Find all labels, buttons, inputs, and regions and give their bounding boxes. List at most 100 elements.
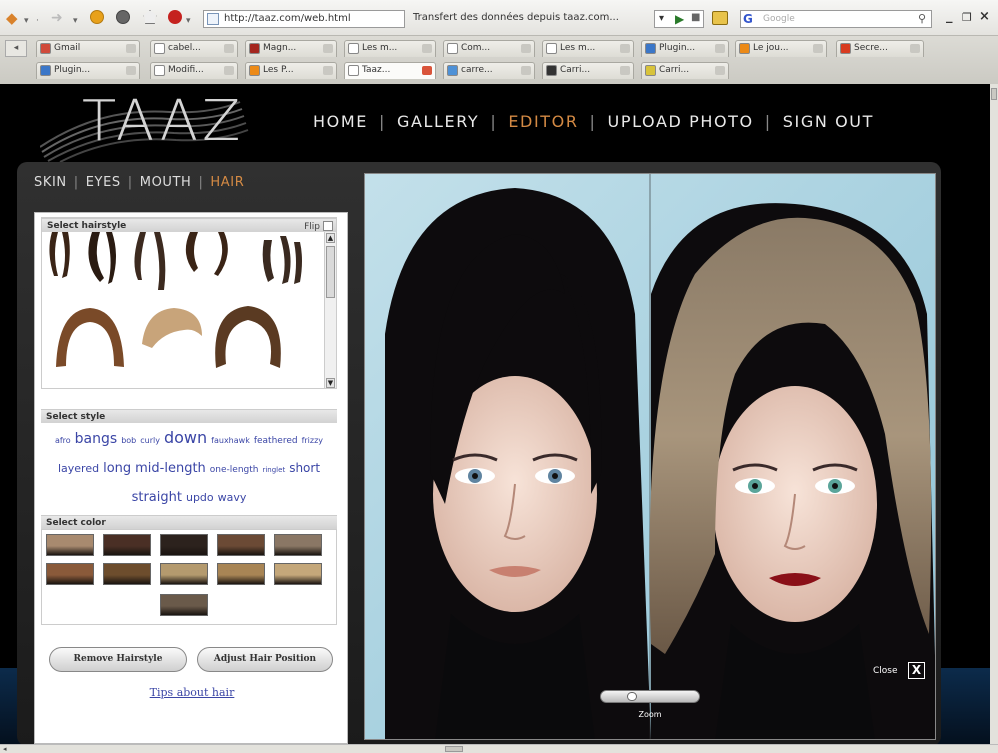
hairstyle-thumb-2[interactable]: [88, 232, 116, 284]
tab-close-icon[interactable]: [224, 44, 234, 53]
style-tag[interactable]: fauxhawk: [211, 428, 250, 453]
style-tag[interactable]: mid-length: [135, 456, 206, 481]
adjust-hair-position-button[interactable]: Adjust Hair Position: [197, 647, 333, 672]
hairstyle-thumb-1[interactable]: [49, 232, 70, 278]
browser-tab[interactable]: Les m...: [542, 40, 634, 57]
toolbar-extension-icon[interactable]: [712, 11, 728, 25]
hair-color-swatch[interactable]: [274, 534, 322, 556]
browser-tab[interactable]: Modifi...: [150, 62, 238, 79]
restore-icon[interactable]: ❐: [962, 11, 972, 24]
taaz-logo[interactable]: TAAZ: [82, 90, 244, 154]
style-tag[interactable]: frizzy: [302, 428, 323, 453]
page-vertical-scrollbar[interactable]: [990, 84, 998, 744]
block-icon[interactable]: [168, 10, 182, 24]
style-tag[interactable]: wavy: [218, 485, 247, 510]
address-bar[interactable]: http://taaz.com/web.html: [203, 10, 405, 28]
browser-tab[interactable]: Gmail: [36, 40, 140, 57]
tab-scroll-left-icon[interactable]: ◂: [5, 40, 27, 57]
back-dropdown-icon[interactable]: ▾: [24, 13, 29, 29]
rss-icon[interactable]: ■: [691, 12, 700, 23]
tab-close-icon[interactable]: [422, 44, 432, 53]
style-tag[interactable]: one-length: [210, 458, 259, 483]
nav-home[interactable]: HOME: [313, 112, 368, 131]
style-tag[interactable]: straight: [132, 485, 182, 510]
browser-tab[interactable]: Carri...: [542, 62, 634, 79]
browser-tab[interactable]: Secre...: [836, 40, 924, 57]
style-tag[interactable]: bob: [121, 428, 136, 453]
hair-color-swatch[interactable]: [217, 534, 265, 556]
browser-tab[interactable]: Le jou...: [735, 40, 827, 57]
tab-close-icon[interactable]: [910, 44, 920, 53]
style-tag[interactable]: bangs: [75, 427, 118, 452]
style-tag[interactable]: layered: [58, 456, 99, 481]
hair-color-swatch[interactable]: [274, 563, 322, 585]
hair-color-swatch[interactable]: [160, 594, 208, 616]
style-tag[interactable]: updo: [186, 485, 214, 510]
flip-checkbox[interactable]: [323, 221, 333, 231]
tab-mouth[interactable]: MOUTH: [140, 175, 192, 190]
tab-close-icon[interactable]: [813, 44, 823, 53]
hair-color-swatch[interactable]: [103, 534, 151, 556]
tab-skin[interactable]: SKIN: [34, 175, 67, 190]
tips-about-hair-link[interactable]: Tips about hair: [35, 686, 349, 699]
hairstyle-thumb-6[interactable]: [56, 308, 124, 367]
scroll-up-icon[interactable]: ▲: [326, 233, 335, 243]
hair-color-swatch[interactable]: [160, 563, 208, 585]
browser-tab[interactable]: Carri...: [641, 62, 729, 79]
browser-tab[interactable]: carre...: [443, 62, 535, 79]
address-actions[interactable]: ▾ ▶ ■: [654, 10, 704, 28]
tab-close-icon[interactable]: [620, 66, 630, 75]
photo-preview[interactable]: Close X Zoom: [364, 173, 936, 740]
address-dropdown-icon[interactable]: ▾: [659, 13, 664, 24]
back-arrow-icon[interactable]: ◆: [6, 10, 18, 26]
tab-close-icon[interactable]: [323, 66, 333, 75]
browser-tab[interactable]: Taaz...: [344, 62, 436, 79]
tab-hair[interactable]: HAIR: [210, 175, 244, 190]
remove-hairstyle-button[interactable]: Remove Hairstyle: [49, 647, 187, 672]
search-icon[interactable]: ⚲: [918, 12, 926, 26]
hairstyle-thumb-8[interactable]: [215, 306, 281, 368]
tab-close-icon[interactable]: [126, 66, 136, 75]
browser-tab[interactable]: Les P...: [245, 62, 337, 79]
style-tag[interactable]: curly: [140, 428, 160, 453]
vertical-scroll-thumb[interactable]: [991, 88, 997, 100]
browser-tab[interactable]: Plugin...: [641, 40, 729, 57]
hair-color-swatch[interactable]: [46, 534, 94, 556]
style-tag[interactable]: afro: [55, 428, 71, 453]
close-window-icon[interactable]: ×: [979, 9, 990, 24]
hair-color-swatch[interactable]: [160, 534, 208, 556]
tab-close-icon[interactable]: [521, 66, 531, 75]
tab-close-icon[interactable]: [715, 44, 725, 53]
zoom-slider-thumb[interactable]: [627, 692, 637, 701]
tab-close-icon[interactable]: [323, 44, 333, 53]
page-horizontal-scrollbar[interactable]: ◂: [0, 744, 998, 753]
zoom-slider[interactable]: [600, 690, 700, 703]
scroll-left-icon[interactable]: ◂: [3, 745, 7, 753]
scroll-down-icon[interactable]: ▼: [326, 378, 335, 388]
hair-color-swatch[interactable]: [103, 563, 151, 585]
browser-tab[interactable]: Plugin...: [36, 62, 140, 79]
nav-editor[interactable]: EDITOR: [508, 112, 578, 131]
hair-color-swatch[interactable]: [46, 563, 94, 585]
style-tag[interactable]: ringlet: [262, 458, 285, 483]
browser-tab[interactable]: Com...: [443, 40, 535, 57]
style-tag[interactable]: down: [164, 425, 207, 450]
tab-close-icon[interactable]: [224, 66, 234, 75]
hair-color-swatch[interactable]: [217, 563, 265, 585]
tab-close-icon[interactable]: [715, 66, 725, 75]
go-arrow-icon[interactable]: ▶: [675, 12, 684, 26]
tab-close-icon[interactable]: [620, 44, 630, 53]
style-tag[interactable]: feathered: [254, 429, 298, 454]
forward-arrow-icon[interactable]: ➜: [51, 10, 63, 26]
tab-close-icon[interactable]: [521, 44, 531, 53]
nav-gallery[interactable]: GALLERY: [397, 112, 479, 131]
close-icon[interactable]: X: [908, 662, 925, 679]
browser-tab[interactable]: Les m...: [344, 40, 436, 57]
tab-eyes[interactable]: EYES: [86, 175, 121, 190]
hairstyle-thumb-4[interactable]: [185, 232, 228, 276]
dropdown-icon[interactable]: ▾: [186, 13, 191, 29]
scroll-thumb[interactable]: [326, 246, 335, 298]
horizontal-scroll-thumb[interactable]: [445, 746, 463, 752]
style-tag[interactable]: short: [289, 456, 320, 481]
minimize-icon[interactable]: _: [946, 9, 953, 24]
